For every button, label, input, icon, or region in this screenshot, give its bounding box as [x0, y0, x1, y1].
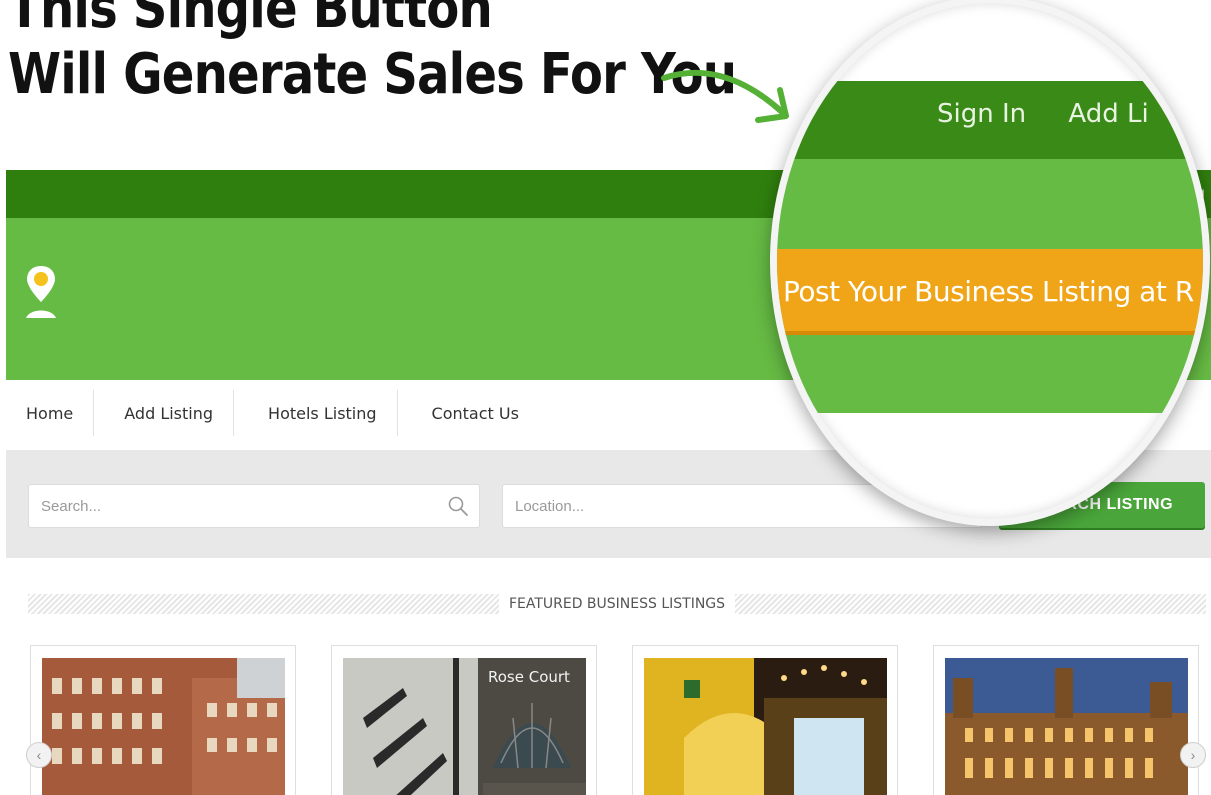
headline-line-2: Will Generate Sales For You	[8, 42, 737, 107]
add-listing-link[interactable]: Add Li	[1068, 99, 1148, 129]
keyword-search-input[interactable]: Search...	[28, 484, 480, 528]
nav-home[interactable]: Home	[6, 390, 95, 436]
rose-court-sign: Rose Court	[488, 668, 570, 686]
featured-title-text: FEATURED BUSINESS LISTINGS	[498, 594, 736, 614]
search-icon[interactable]	[447, 495, 469, 517]
listing-card[interactable]	[933, 645, 1199, 795]
featured-section-title: FEATURED BUSINESS LISTINGS	[28, 594, 1206, 614]
carousel-prev-button[interactable]: ‹	[26, 742, 52, 768]
listing-image-red-brick-building[interactable]	[42, 658, 285, 795]
promo-headline: This Single Button Will Generate Sales F…	[8, 0, 737, 108]
chevron-right-icon: ›	[1190, 747, 1196, 763]
carousel-next-button[interactable]: ›	[1180, 742, 1206, 768]
location-placeholder: Location...	[515, 498, 585, 515]
magnified-top-links: Sign In Add Li	[937, 99, 1183, 129]
listing-card[interactable]: Rose Court	[331, 645, 597, 795]
nav-add-listing[interactable]: Add Listing	[94, 390, 235, 436]
listing-image-illuminated-theatre[interactable]	[644, 658, 887, 795]
listing-image-hotel-at-dusk[interactable]	[945, 658, 1188, 795]
post-listing-button[interactable]: Post Your Business Listing at R 9,	[777, 249, 1203, 335]
sign-in-link[interactable]: Sign In	[937, 99, 1026, 129]
headline-line-1: This Single Button	[8, 0, 493, 41]
keyword-placeholder: Search...	[41, 498, 102, 515]
location-pin-logo-icon[interactable]	[24, 262, 58, 322]
listing-card[interactable]	[632, 645, 898, 795]
post-listing-label: Post Your Business Listing at R 9,	[783, 275, 1210, 308]
chevron-left-icon: ‹	[36, 747, 42, 763]
nav-contact-us[interactable]: Contact Us	[398, 390, 539, 436]
magnifier-callout: Sign In Add Li Post Your Business Listin…	[770, 0, 1210, 526]
listing-card[interactable]	[30, 645, 296, 795]
nav-hotels-listing[interactable]: Hotels Listing	[234, 390, 398, 436]
